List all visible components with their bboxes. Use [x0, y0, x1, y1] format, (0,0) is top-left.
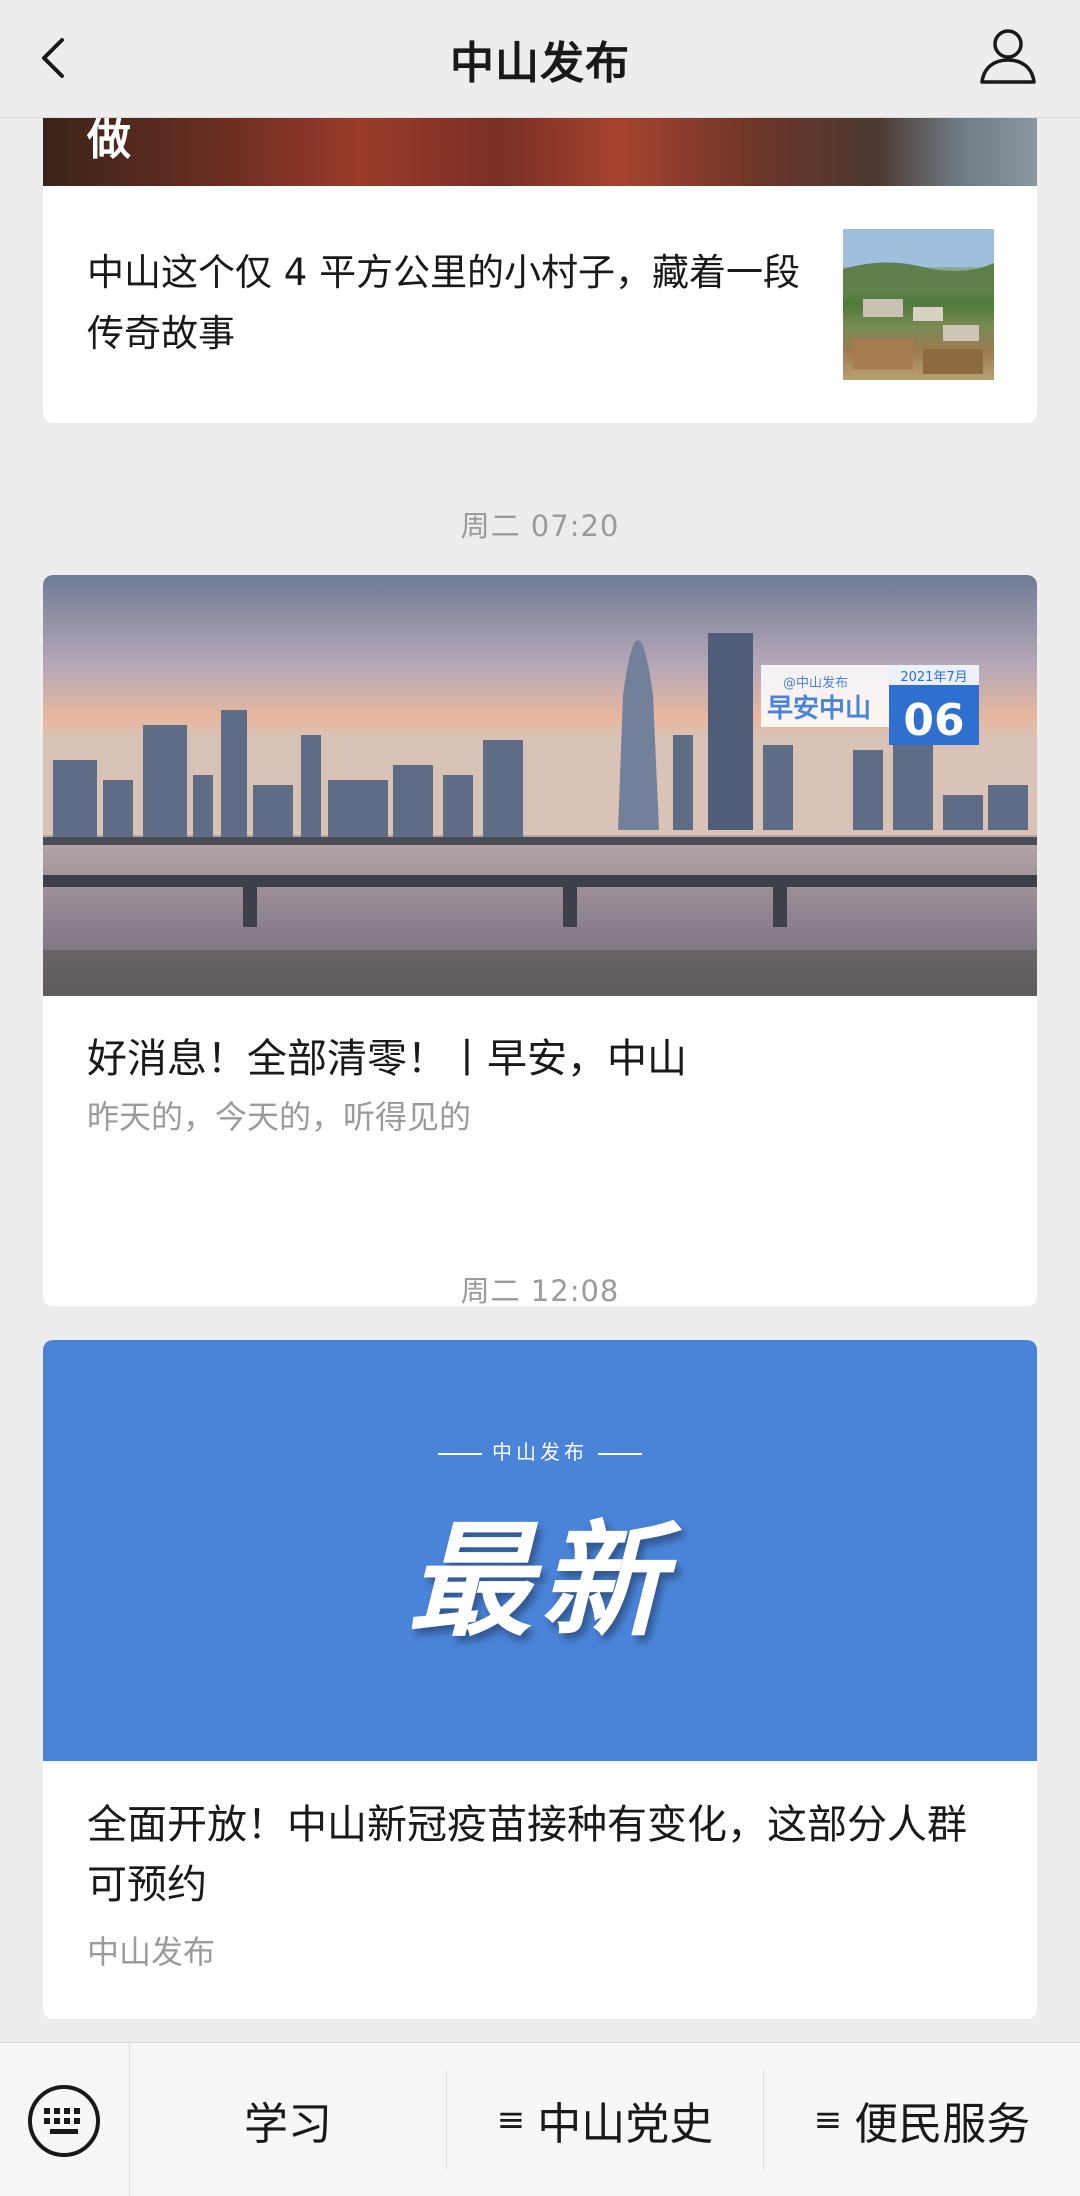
message-timestamp: 周二 07:20 [460, 509, 620, 543]
page-title: 中山发布 [450, 37, 630, 89]
article-cover-image: 中山发布 最新 [43, 1340, 1037, 1761]
badge-day: 06 [903, 695, 964, 746]
back-button[interactable] [32, 30, 82, 86]
article-thumbnail [843, 229, 994, 380]
chevron-left-icon [42, 38, 64, 78]
keyboard-toggle-button[interactable] [0, 2042, 130, 2196]
menu-item-party-history[interactable]: ≡ 中山党史 [447, 2069, 764, 2170]
menu-item-study[interactable]: 学习 [130, 2069, 447, 2170]
bottom-menu-bar: 学习 ≡ 中山党史 ≡ 便民服务 [0, 2042, 1080, 2196]
article-card[interactable]: 中山发布 最新 全面开放！中山新冠疫苗接种有变化，这部分人群可预约 中山发布 [43, 1340, 1037, 2019]
cover-kicker-text: 中山发布 [492, 1440, 588, 1464]
badge-brand: @中山发布 [783, 675, 848, 691]
article-title: 中山这个仅 4 平方公里的小村子，藏着一段传奇故事 [87, 251, 801, 355]
article-item[interactable]: 中山这个仅 4 平方公里的小村子，藏着一段传奇故事 [43, 186, 1037, 423]
article-card[interactable]: @中山发布 早安中山 2021年7月 06 好消息！全部清零！丨早安，中山 昨天… [43, 575, 1037, 1306]
menu-list-icon: ≡ [496, 2099, 526, 2140]
article-subtitle: 昨天的，今天的，听得见的 [87, 1098, 472, 1136]
message-timestamp: 周二 12:08 [460, 1274, 620, 1308]
article-title: 好消息！全部清零！丨早安，中山 [87, 1036, 687, 1082]
chat-screen: 中山发布 做 中山这个仅 4 平方公里的小村子，藏着一段传奇故事 周二 07:2… [0, 0, 1080, 2196]
badge-title: 早安中山 [767, 694, 871, 724]
menu-label: 学习 [244, 2098, 332, 2150]
profile-button[interactable] [976, 24, 1040, 88]
message-feed[interactable]: 做 中山这个仅 4 平方公里的小村子，藏着一段传奇故事 周二 07:20 @中山… [0, 118, 1080, 2042]
menu-list-icon: ≡ [813, 2099, 843, 2140]
top-nav-bar: 中山发布 [0, 0, 1080, 118]
keyboard-icon [28, 2084, 100, 2157]
cover-kicker: 中山发布 [43, 1436, 1037, 1465]
badge-month: 2021年7月 [900, 670, 967, 685]
menu-label: 便民服务 [854, 2098, 1031, 2150]
article-title: 全面开放！中山新冠疫苗接种有变化，这部分人群可预约 [87, 1802, 967, 1908]
menu-item-services[interactable]: ≡ 便民服务 [764, 2070, 1080, 2170]
article-cover-image: @中山发布 早安中山 2021年7月 06 [43, 575, 1037, 996]
cover-headline: 最新 [407, 1510, 672, 1654]
article-card[interactable]: 做 中山这个仅 4 平方公里的小村子，藏着一段传奇故事 [43, 118, 1037, 423]
person-icon [980, 29, 1036, 84]
cover-caption: 做 [87, 118, 131, 165]
article-cover-image: 做 [43, 118, 1037, 186]
menu-label: 中山党史 [537, 2098, 714, 2150]
article-source: 中山发布 [87, 1933, 216, 1971]
